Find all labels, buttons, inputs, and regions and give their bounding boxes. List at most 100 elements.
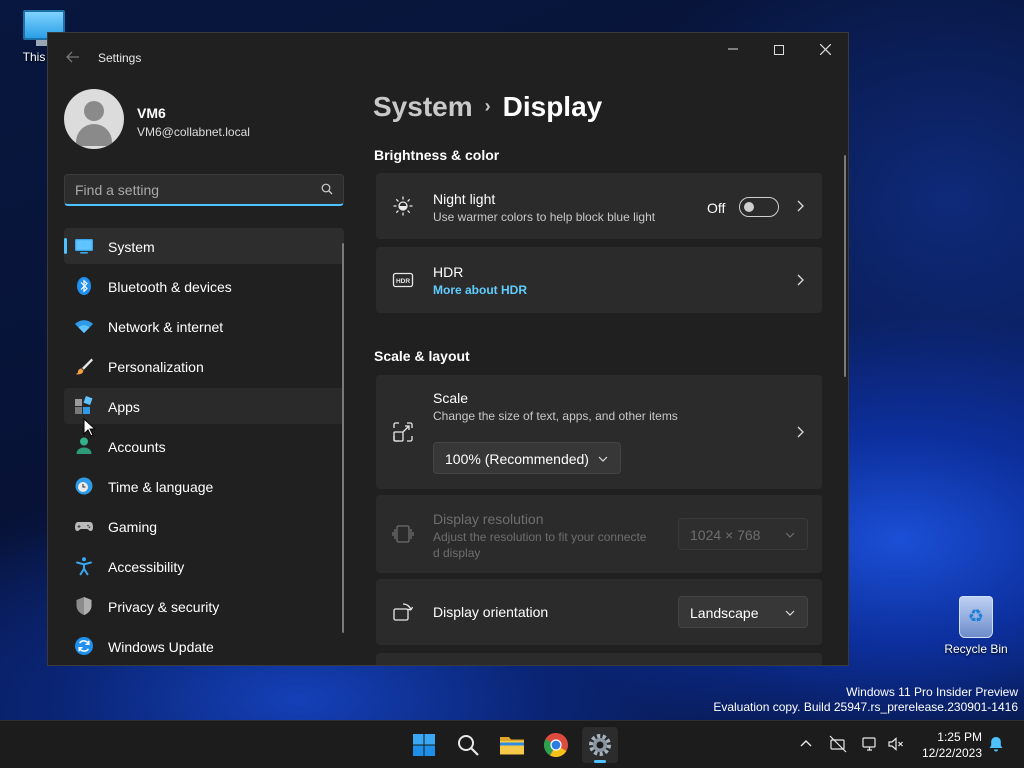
- clock-date: 12/22/2023: [921, 746, 982, 760]
- sidebar-item-label: Apps: [108, 399, 140, 415]
- sidebar-item-label: Network & internet: [108, 319, 224, 335]
- running-indicator: [594, 760, 606, 763]
- monitor-icon: [75, 239, 93, 254]
- hdr-title: HDR: [433, 264, 464, 280]
- night-light-description: Use warmer colors to help block blue lig…: [433, 210, 656, 224]
- monitor-network-icon[interactable]: [861, 735, 879, 753]
- chrome-button[interactable]: [538, 727, 574, 763]
- search-icon: [458, 735, 479, 756]
- network-disconnected-icon[interactable]: [829, 735, 847, 753]
- sidebar-nav: System Bluetooth & devices Network & int…: [64, 228, 344, 665]
- scale-description: Change the size of text, apps, and other…: [433, 409, 678, 423]
- taskbar: 1:25 PM 12/22/2023: [0, 720, 1024, 768]
- content-scrollbar[interactable]: [844, 155, 846, 377]
- sidebar-item-label: Privacy & security: [108, 599, 220, 615]
- file-explorer-button[interactable]: [494, 727, 530, 763]
- next-setting-card[interactable]: [376, 653, 822, 665]
- resolution-icon: [392, 525, 414, 543]
- hdr-card[interactable]: HDR HDR More about HDR: [376, 247, 822, 313]
- scale-dropdown[interactable]: 100% (Recommended): [433, 442, 621, 474]
- app-title: Settings: [98, 51, 142, 65]
- display-resolution-dropdown: 1024 × 768: [678, 518, 808, 550]
- sidebar-item-apps[interactable]: Apps: [64, 388, 344, 424]
- watermark-line-2: Evaluation copy. Build 25947.rs_prerelea…: [713, 700, 1018, 714]
- volume-muted-icon[interactable]: [887, 735, 905, 753]
- notification-bell-icon[interactable]: [987, 735, 1005, 753]
- orientation-icon: [393, 603, 414, 621]
- settings-taskbar-button[interactable]: [582, 727, 618, 763]
- more-about-hdr-link[interactable]: More about HDR: [433, 283, 527, 297]
- taskbar-clock[interactable]: 1:25 PM 12/22/2023: [914, 729, 982, 761]
- start-icon: [413, 734, 435, 756]
- start-button[interactable]: [406, 727, 442, 763]
- breadcrumb: System › Display: [373, 91, 602, 123]
- brush-icon: [75, 358, 93, 375]
- svg-text:HDR: HDR: [396, 278, 410, 285]
- night-light-title: Night light: [433, 191, 496, 207]
- folder-icon: [500, 737, 524, 755]
- night-light-card[interactable]: Night light Use warmer colors to help bl…: [376, 173, 822, 239]
- section-title-brightness-color: Brightness & color: [374, 147, 500, 163]
- chevron-right-icon[interactable]: [794, 426, 806, 438]
- chevron-down-icon: [785, 532, 795, 538]
- sidebar-item-label: Personalization: [108, 359, 204, 375]
- sidebar-scrollbar[interactable]: [342, 243, 344, 633]
- maximize-button[interactable]: [756, 33, 802, 65]
- back-button[interactable]: [62, 49, 84, 69]
- shield-icon: [76, 597, 92, 615]
- evaluation-watermark: Windows 11 Pro Insider Preview Evaluatio…: [713, 685, 1018, 715]
- avatar: [64, 89, 124, 149]
- watermark-line-1: Windows 11 Pro Insider Preview: [846, 685, 1018, 699]
- close-button[interactable]: [802, 33, 848, 65]
- sidebar-item-accounts[interactable]: Accounts: [64, 428, 344, 464]
- sidebar-item-gaming[interactable]: Gaming: [64, 508, 344, 544]
- globe-clock-icon: [75, 477, 93, 495]
- search-input[interactable]: [75, 182, 305, 198]
- sidebar-item-privacy-security[interactable]: Privacy & security: [64, 588, 344, 624]
- sidebar-item-accessibility[interactable]: Accessibility: [64, 548, 344, 584]
- night-light-toggle-state: Off: [707, 200, 726, 216]
- scale-card[interactable]: Scale Change the size of text, apps, and…: [376, 375, 822, 489]
- chevron-right-icon[interactable]: [794, 274, 806, 286]
- mouse-cursor-icon: [83, 418, 95, 437]
- minimize-icon: [728, 48, 738, 50]
- sidebar-item-system[interactable]: System: [64, 228, 344, 264]
- page-title: Display: [502, 91, 603, 122]
- sidebar-item-label: Gaming: [108, 519, 158, 535]
- sidebar-item-label: Accounts: [108, 439, 166, 455]
- display-orientation-card[interactable]: Display orientation Landscape: [376, 579, 822, 645]
- chevron-down-icon: [598, 456, 608, 462]
- sidebar-item-personalization[interactable]: Personalization: [64, 348, 344, 384]
- taskbar-search-button[interactable]: [450, 727, 486, 763]
- sidebar-item-label: System: [108, 239, 155, 255]
- sidebar-item-time-language[interactable]: Time & language: [64, 468, 344, 504]
- minimize-button[interactable]: [710, 33, 756, 65]
- user-profile[interactable]: VM6 VM6@collabnet.local: [64, 89, 364, 153]
- brightness-icon: [393, 196, 413, 216]
- desktop-icon-recycle-bin[interactable]: Recycle Bin: [940, 596, 1012, 656]
- sidebar-item-network[interactable]: Network & internet: [64, 308, 344, 344]
- gamepad-icon: [75, 522, 93, 531]
- sidebar-item-label: Windows Update: [108, 639, 214, 655]
- update-icon: [75, 637, 93, 655]
- chevron-up-icon[interactable]: [797, 735, 815, 753]
- display-orientation-dropdown[interactable]: Landscape: [678, 596, 808, 628]
- hdr-icon: HDR: [392, 272, 414, 288]
- chevron-right-icon[interactable]: [794, 200, 806, 212]
- sidebar-item-label: Time & language: [108, 479, 214, 495]
- breadcrumb-separator-icon: ›: [484, 96, 491, 116]
- search-icon[interactable]: [321, 183, 333, 195]
- sidebar-item-windows-update[interactable]: Windows Update: [64, 628, 344, 664]
- person-icon: [76, 437, 92, 454]
- section-title-scale-layout: Scale & layout: [374, 348, 470, 364]
- breadcrumb-parent[interactable]: System: [373, 91, 473, 122]
- title-bar[interactable]: Settings: [48, 33, 848, 83]
- display-orientation-value: Landscape: [690, 605, 759, 621]
- search-box[interactable]: [64, 174, 344, 206]
- scale-dropdown-value: 100% (Recommended): [445, 451, 589, 467]
- sidebar-item-bluetooth[interactable]: Bluetooth & devices: [64, 268, 344, 304]
- display-resolution-description-line-2: d display: [433, 546, 481, 560]
- accessibility-icon: [76, 557, 92, 576]
- night-light-toggle[interactable]: [739, 197, 779, 217]
- chrome-icon: [543, 733, 568, 758]
